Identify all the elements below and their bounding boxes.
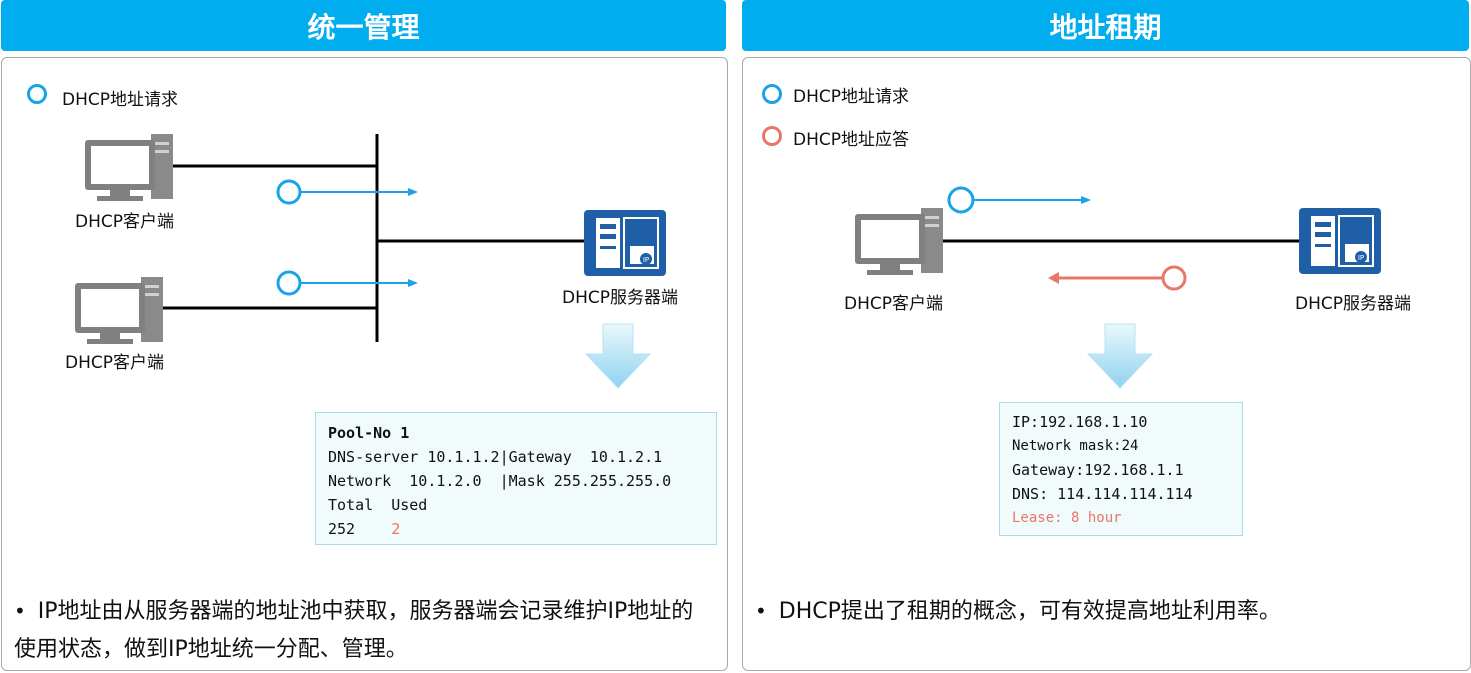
request-arrow-2-icon bbox=[276, 270, 418, 296]
server-label: DHCP服务器端 bbox=[562, 288, 678, 308]
left-bullet-text: IP地址由从服务器端的地址池中获取，服务器端会记录维护IP地址的使用状态，做到I… bbox=[14, 599, 694, 662]
pool-total-used-header: Total Used bbox=[328, 496, 428, 514]
client-label-1: DHCP客户端 bbox=[75, 212, 174, 232]
right-panel: DHCP地址请求 DHCP地址应答 IP DHCP客户端 DHCP服务器端 IP… bbox=[742, 57, 1471, 671]
client-pc-icon bbox=[855, 208, 943, 275]
pool-used: 2 bbox=[391, 520, 401, 538]
client-pc-1-icon bbox=[85, 134, 173, 201]
pool-total-used-values: 252 2 bbox=[328, 517, 704, 541]
request-arrow-icon bbox=[947, 186, 1091, 214]
lease-dns: DNS: 114.114.114.114 bbox=[1012, 485, 1193, 503]
down-arrow-icon bbox=[584, 323, 652, 389]
right-bullet-text: DHCP提出了租期的概念，可有效提高地址利用率。 bbox=[778, 599, 1281, 624]
reply-arrow-icon bbox=[1048, 265, 1187, 291]
svg-text:IP: IP bbox=[1358, 254, 1364, 262]
pool-total: 252 bbox=[328, 520, 356, 538]
right-title: 地址租期 bbox=[1049, 10, 1162, 44]
lease-ip: IP:192.168.1.10 bbox=[1012, 413, 1148, 431]
left-title: 统一管理 bbox=[307, 10, 420, 44]
client-label: DHCP客户端 bbox=[844, 294, 943, 314]
address-pool-box: Pool-No 1 DNS-server 10.1.1.2|Gateway 10… bbox=[315, 412, 717, 545]
bullet-dot-icon: • bbox=[14, 599, 26, 623]
right-bullet: • DHCP提出了租期的概念，可有效提高地址利用率。 bbox=[755, 592, 1455, 631]
pool-name: Pool-No 1 bbox=[328, 424, 410, 442]
pool-dns-gateway: DNS-server 10.1.1.2|Gateway 10.1.2.1 bbox=[328, 448, 663, 466]
client-label-2: DHCP客户端 bbox=[65, 353, 164, 373]
request-arrow-1-icon bbox=[276, 179, 418, 205]
left-header: 统一管理 bbox=[1, 0, 726, 51]
pool-network-mask: Network 10.1.2.0 |Mask 255.255.255.0 bbox=[328, 472, 672, 490]
svg-text:IP: IP bbox=[643, 256, 649, 264]
left-bullet: • IP地址由从服务器端的地址池中获取，服务器端会记录维护IP地址的使用状态，做到… bbox=[14, 592, 714, 669]
client-pc-2-icon bbox=[75, 277, 163, 344]
lease-duration: Lease: 8 hour bbox=[1012, 510, 1122, 526]
lease-info-box: IP:192.168.1.10 Network mask:24 Gateway:… bbox=[999, 402, 1243, 536]
dhcp-server-icon: IP bbox=[1299, 208, 1381, 274]
dhcp-server-icon: IP bbox=[584, 210, 666, 276]
server-label: DHCP服务器端 bbox=[1295, 294, 1411, 314]
lease-mask: Network mask:24 bbox=[1012, 438, 1139, 454]
bullet-dot-icon: • bbox=[755, 599, 767, 623]
right-network-diagram: IP bbox=[855, 186, 1381, 389]
right-header: 地址租期 bbox=[742, 0, 1469, 51]
down-arrow-icon bbox=[1086, 323, 1154, 389]
left-panel: DHCP地址请求 IP DHCP客户端 DHCP客户端 DHCP服务器端 Poo… bbox=[1, 57, 728, 671]
lease-gateway: Gateway:192.168.1.1 bbox=[1012, 461, 1184, 479]
